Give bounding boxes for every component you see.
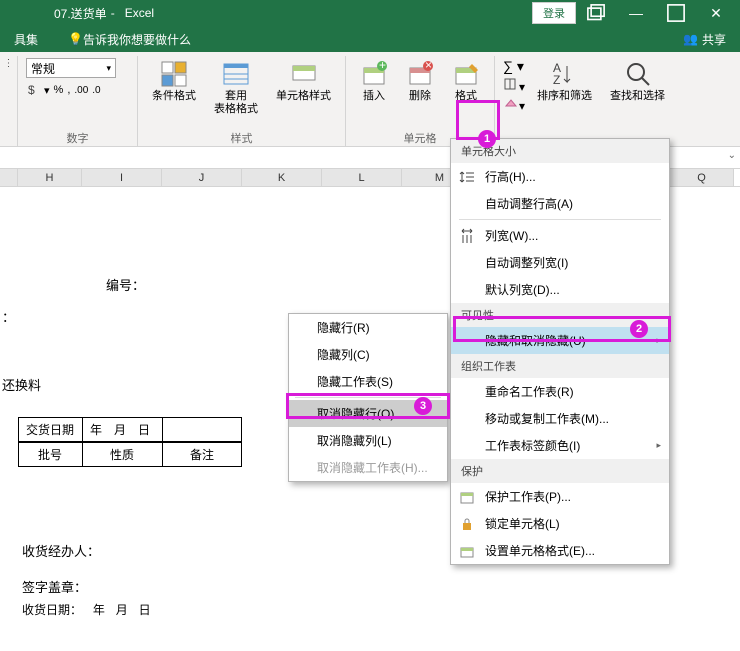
menu-section-organize: 组织工作表 (451, 354, 669, 378)
clear-button[interactable]: ▾ (503, 96, 525, 113)
window-restore-icon[interactable] (576, 0, 616, 26)
conditional-format-button[interactable]: 条件格式 (146, 58, 202, 105)
row-height-icon (459, 169, 475, 185)
autosum-button[interactable]: ∑ ▾ (503, 58, 525, 75)
protect-icon (459, 489, 475, 505)
svg-text:×: × (425, 60, 432, 72)
find-select-button[interactable]: 查找和选择 (604, 58, 671, 105)
cell-sh-seal: 签字盖章： (22, 577, 87, 596)
cell-bianhao: 编号： (106, 275, 145, 294)
comma-button[interactable]: , (67, 82, 70, 98)
menu-unhide-sheet: 取消隐藏工作表(H)... (289, 454, 447, 481)
fill-button[interactable]: ▾ (503, 77, 525, 94)
cell-huankao: 还换料 (2, 375, 41, 394)
col-k[interactable]: K (242, 169, 322, 186)
sort-filter-button[interactable]: AZ 排序和筛选 (531, 58, 598, 105)
menu-unhide-cols[interactable]: 取消隐藏列(L) (289, 427, 447, 454)
svg-text:+: + (379, 60, 386, 72)
cell-remark: 备注 (162, 442, 242, 467)
chevron-down-icon: ▾ (106, 63, 111, 74)
align-icon[interactable]: ⋮ (4, 58, 14, 69)
titlebar: 07.送货单 - Excel 登录 — ✕ (0, 0, 740, 26)
menu-hide-cols[interactable]: 隐藏列(C) (289, 341, 447, 368)
share-button[interactable]: 👥 共享 (683, 31, 726, 48)
cell-batch: 批号 (18, 442, 82, 467)
close-icon[interactable]: ✕ (696, 0, 736, 26)
col-i[interactable]: I (82, 169, 162, 186)
sort-icon: AZ (551, 60, 579, 88)
table-icon (222, 60, 250, 88)
doc-title: 07.送货单 (54, 5, 107, 22)
minimize-icon[interactable]: — (616, 0, 656, 26)
col-l[interactable]: L (322, 169, 402, 186)
format-cells-icon (459, 543, 475, 559)
cell-sh-date: 收货日期： 年 月 日 (22, 601, 151, 618)
menu-lock-cells[interactable]: 锁定单元格(L) (451, 510, 669, 537)
cell-jhdate: 交货日期 (18, 417, 82, 442)
percent-button[interactable]: % (54, 82, 64, 98)
menu-hide-rows[interactable]: 隐藏行(R) (289, 314, 447, 341)
conditional-format-icon (160, 60, 188, 88)
menu-tab-color[interactable]: 工作表标签颜色(I)▸ (451, 432, 669, 459)
search-icon (624, 60, 652, 88)
maximize-icon[interactable] (656, 0, 696, 26)
table-format-button[interactable]: 套用 表格格式 (208, 58, 264, 118)
number-format-dropdown[interactable]: 常规 ▾ (26, 58, 116, 78)
formula-expand-icon[interactable]: ⌄ (728, 150, 736, 161)
increase-decimal-button[interactable]: .00 (74, 82, 88, 98)
cell-style-button[interactable]: 单元格样式 (270, 58, 337, 105)
format-button[interactable]: 格式 (446, 58, 486, 105)
chevron-right-icon: ▸ (656, 440, 661, 451)
cell-colon: ： (2, 307, 15, 326)
menu-auto-col-width[interactable]: 自动调整列宽(I) (451, 249, 669, 276)
lightbulb-icon: 💡 (68, 32, 83, 46)
menu-col-width[interactable]: 列宽(W)... (451, 222, 669, 249)
ribbon: ⋮ 常规 ▾ $▾ % , .00 .0 数字 条件格式 (0, 52, 740, 147)
currency-button[interactable]: $▾ (26, 82, 50, 98)
col-q[interactable]: Q (670, 169, 734, 186)
tell-me[interactable]: 💡 告诉我你想要做什么 (68, 31, 191, 48)
delete-button[interactable]: × 删除 (400, 58, 440, 105)
col-j[interactable]: J (162, 169, 242, 186)
group-editing: ∑ ▾ ▾ ▾ AZ 排序和筛选 查找和选择 (495, 56, 679, 148)
svg-text:Z: Z (553, 73, 560, 87)
badge-2: 2 (630, 320, 648, 338)
menu-cell-format[interactable]: 设置单元格格式(E)... (451, 537, 669, 564)
cell-nature: 性质 (82, 442, 162, 467)
delete-icon: × (406, 60, 434, 88)
format-dropdown-menu: 单元格大小 行高(H)... 自动调整行高(A) 列宽(W)... 自动调整列宽… (450, 138, 670, 565)
badge-3: 3 (414, 397, 432, 415)
group-styles: 条件格式 套用 表格格式 单元格样式 样式 (138, 56, 346, 148)
menu-rename-sheet[interactable]: 重命名工作表(R) (451, 378, 669, 405)
badge-1: 1 (478, 130, 496, 148)
insert-button[interactable]: + 插入 (354, 58, 394, 105)
group-cells: + 插入 × 删除 格式 单元格 (346, 56, 495, 148)
share-icon: 👥 (683, 32, 698, 46)
login-button[interactable]: 登录 (532, 2, 576, 24)
insert-icon: + (360, 60, 388, 88)
lock-icon (459, 516, 475, 532)
tab-toolset[interactable]: 具集 (4, 27, 48, 52)
ribbon-tabs: 具集 💡 告诉我你想要做什么 👥 共享 (0, 26, 740, 52)
svg-text:$: $ (28, 83, 35, 97)
col-width-icon (459, 228, 475, 244)
menu-move-copy-sheet[interactable]: 移动或复制工作表(M)... (451, 405, 669, 432)
chevron-right-icon: ▸ (656, 335, 661, 346)
decrease-decimal-button[interactable]: .0 (92, 82, 100, 98)
menu-section-protect: 保护 (451, 459, 669, 483)
menu-auto-row-height[interactable]: 自动调整行高(A) (451, 190, 669, 217)
cell-sh-person: 收货经办人： (22, 541, 100, 560)
cell-style-icon (290, 60, 318, 88)
format-icon (452, 60, 480, 88)
col-h[interactable]: H (18, 169, 82, 186)
menu-protect-sheet[interactable]: 保护工作表(P)... (451, 483, 669, 510)
menu-default-col-width[interactable]: 默认列宽(D)... (451, 276, 669, 303)
menu-row-height[interactable]: 行高(H)... (451, 163, 669, 190)
group-number: 常规 ▾ $▾ % , .00 .0 数字 (18, 56, 138, 148)
app-name: Excel (125, 6, 154, 20)
menu-hide-sheet[interactable]: 隐藏工作表(S) (289, 368, 447, 395)
